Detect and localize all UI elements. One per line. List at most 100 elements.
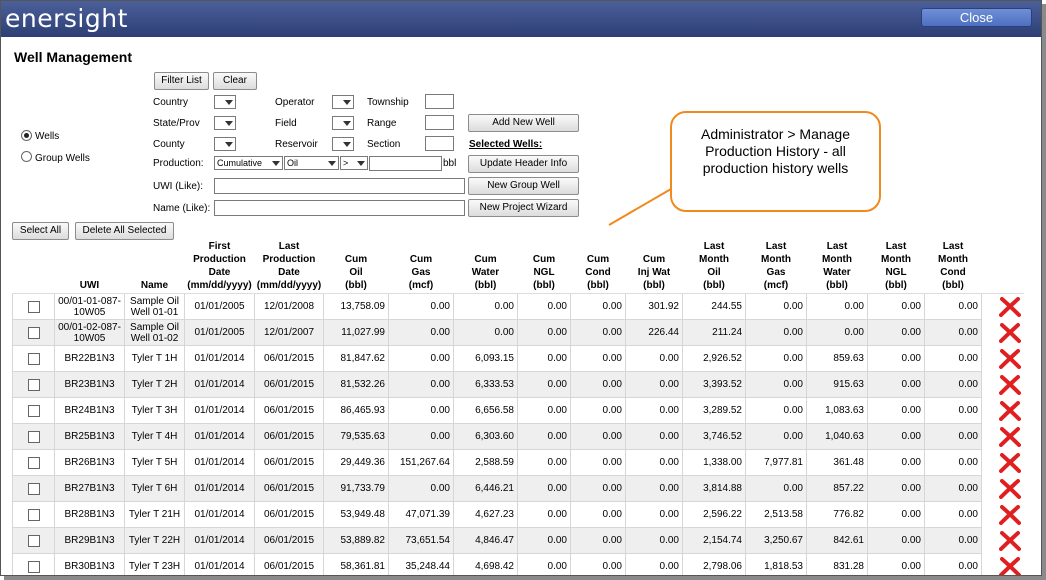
row-checkbox[interactable] xyxy=(27,352,40,365)
section-input[interactable] xyxy=(425,136,454,151)
cell-lm_ngl: 0.00 xyxy=(867,475,925,502)
table-row[interactable]: BR29B1N3 Tyler T 22H 01/01/2014 06/01/2015 5… xyxy=(12,527,1024,554)
row-checkbox[interactable] xyxy=(27,456,40,469)
row-checkbox[interactable] xyxy=(27,508,40,521)
app-window: enersight Close Well Management Filter L… xyxy=(0,0,1042,576)
cell-lm_gas: 2,513.58 xyxy=(745,501,807,528)
uwi-like-input[interactable] xyxy=(214,178,465,194)
row-delete-cell xyxy=(981,527,1024,554)
cell-lm_cond: 0.00 xyxy=(924,293,982,320)
cell-cum_gas: 73,651.54 xyxy=(388,527,454,554)
cell-cum_oil: 53,949.48 xyxy=(323,501,389,528)
row-checkbox[interactable] xyxy=(27,430,40,443)
cell-cum_water: 6,093.15 xyxy=(453,345,518,372)
red-x-delete-icon[interactable] xyxy=(998,504,1021,525)
cell-lm_gas: 0.00 xyxy=(745,345,807,372)
new-group-well-button[interactable]: New Group Well xyxy=(468,177,579,195)
production-unit-label: bbl xyxy=(443,158,457,169)
operator-select[interactable] xyxy=(332,95,354,109)
red-x-delete-icon[interactable] xyxy=(998,478,1021,499)
cell-first: 01/01/2014 xyxy=(184,449,255,476)
production-fluid-value: Oil xyxy=(287,158,298,168)
cell-cum_ngl: 0.00 xyxy=(517,527,571,554)
row-checkbox[interactable] xyxy=(27,326,40,339)
cell-cum_ngl: 0.00 xyxy=(517,319,571,346)
red-x-delete-icon[interactable] xyxy=(998,348,1021,369)
cell-cum_oil: 53,889.82 xyxy=(323,527,389,554)
red-x-delete-icon[interactable] xyxy=(998,426,1021,447)
cell-lm_water: 776.82 xyxy=(806,501,868,528)
red-x-delete-icon[interactable] xyxy=(998,400,1021,421)
row-select-cell xyxy=(12,475,55,502)
table-row[interactable]: BR30B1N3 Tyler T 23H 01/01/2014 06/01/2015 5… xyxy=(12,553,1024,575)
production-fluid-select[interactable]: Oil xyxy=(284,156,339,170)
cell-cum_water: 4,698.42 xyxy=(453,553,518,575)
red-x-delete-icon[interactable] xyxy=(998,374,1021,395)
red-x-delete-icon[interactable] xyxy=(998,322,1021,343)
wells-table: UWI Name First Production Date (mm/dd/yyyy) La… xyxy=(12,240,1024,575)
cell-cum_injwat: 0.00 xyxy=(625,449,683,476)
cell-cum_gas: 0.00 xyxy=(388,345,454,372)
table-row[interactable]: BR27B1N3 Tyler T 6H 01/01/2014 06/01/2015 91… xyxy=(12,475,1024,502)
range-input[interactable] xyxy=(425,115,454,130)
production-type-select[interactable]: Cumulative xyxy=(214,156,283,170)
row-checkbox[interactable] xyxy=(27,300,40,313)
header-delete xyxy=(981,240,1024,294)
table-row[interactable]: 00/01-01-087-10W05 Sample Oil Well 01-01 0… xyxy=(12,293,1024,320)
production-operator-select[interactable]: > xyxy=(340,156,368,170)
red-x-delete-icon[interactable] xyxy=(998,452,1021,473)
county-select[interactable] xyxy=(214,137,236,151)
table-row[interactable]: BR24B1N3 Tyler T 3H 01/01/2014 06/01/2015 86… xyxy=(12,397,1024,424)
township-input[interactable] xyxy=(425,94,454,109)
select-all-button[interactable]: Select All xyxy=(12,222,69,240)
red-x-delete-icon[interactable] xyxy=(998,296,1021,317)
row-checkbox[interactable] xyxy=(27,560,40,573)
column-header-cum_cond: Cum Cond (bbl) xyxy=(570,240,626,294)
cell-cum_injwat: 0.00 xyxy=(625,475,683,502)
cell-cum_injwat: 0.00 xyxy=(625,553,683,575)
table-row[interactable]: BR26B1N3 Tyler T 5H 01/01/2014 06/01/2015 29… xyxy=(12,449,1024,476)
cell-cum_cond: 0.00 xyxy=(570,475,626,502)
new-project-wizard-button[interactable]: New Project Wizard xyxy=(468,199,579,217)
update-header-info-button[interactable]: Update Header Info xyxy=(468,155,579,173)
table-row[interactable]: BR22B1N3 Tyler T 1H 01/01/2014 06/01/2015 81… xyxy=(12,345,1024,372)
cell-cum_gas: 0.00 xyxy=(388,371,454,398)
table-row[interactable]: BR28B1N3 Tyler T 21H 01/01/2014 06/01/2015 5… xyxy=(12,501,1024,528)
cell-cum_water: 2,588.59 xyxy=(453,449,518,476)
row-checkbox[interactable] xyxy=(27,378,40,391)
filter-list-button[interactable]: Filter List xyxy=(154,72,209,90)
close-button[interactable]: Close xyxy=(921,8,1032,27)
table-row[interactable]: BR23B1N3 Tyler T 2H 01/01/2014 06/01/2015 81… xyxy=(12,371,1024,398)
row-checkbox[interactable] xyxy=(27,534,40,547)
name-like-input[interactable] xyxy=(214,200,465,216)
cell-last: 06/01/2015 xyxy=(254,449,324,476)
clear-button[interactable]: Clear xyxy=(213,72,257,90)
state-select[interactable] xyxy=(214,116,236,130)
cell-cum_water: 4,846.47 xyxy=(453,527,518,554)
cell-cum_cond: 0.00 xyxy=(570,293,626,320)
title-bar: enersight Close xyxy=(1,1,1041,37)
red-x-delete-icon[interactable] xyxy=(998,530,1021,551)
red-x-delete-icon[interactable] xyxy=(998,556,1021,575)
cell-lm_gas: 0.00 xyxy=(745,293,807,320)
callout-pointer xyxy=(608,188,672,226)
reservoir-select[interactable] xyxy=(332,137,354,151)
row-delete-cell xyxy=(981,553,1024,575)
field-select[interactable] xyxy=(332,116,354,130)
delete-all-selected-button[interactable]: Delete All Selected xyxy=(75,222,174,240)
row-checkbox[interactable] xyxy=(27,482,40,495)
cell-cum_gas: 0.00 xyxy=(388,397,454,424)
cell-uwi: BR24B1N3 xyxy=(54,397,125,424)
table-row[interactable]: BR25B1N3 Tyler T 4H 01/01/2014 06/01/2015 79… xyxy=(12,423,1024,450)
add-new-well-button[interactable]: Add New Well xyxy=(468,114,579,132)
group-wells-radio[interactable] xyxy=(21,151,32,162)
row-select-cell xyxy=(12,527,55,554)
table-row[interactable]: 00/01-02-087-10W05 Sample Oil Well 01-02 0… xyxy=(12,319,1024,346)
country-select[interactable] xyxy=(214,95,236,109)
production-value-input[interactable] xyxy=(369,156,442,171)
row-checkbox[interactable] xyxy=(27,404,40,417)
column-header-lm_oil: Last Month Oil (bbl) xyxy=(682,240,746,294)
wells-radio[interactable] xyxy=(21,130,32,141)
cell-last: 06/01/2015 xyxy=(254,475,324,502)
cell-first: 01/01/2014 xyxy=(184,553,255,575)
